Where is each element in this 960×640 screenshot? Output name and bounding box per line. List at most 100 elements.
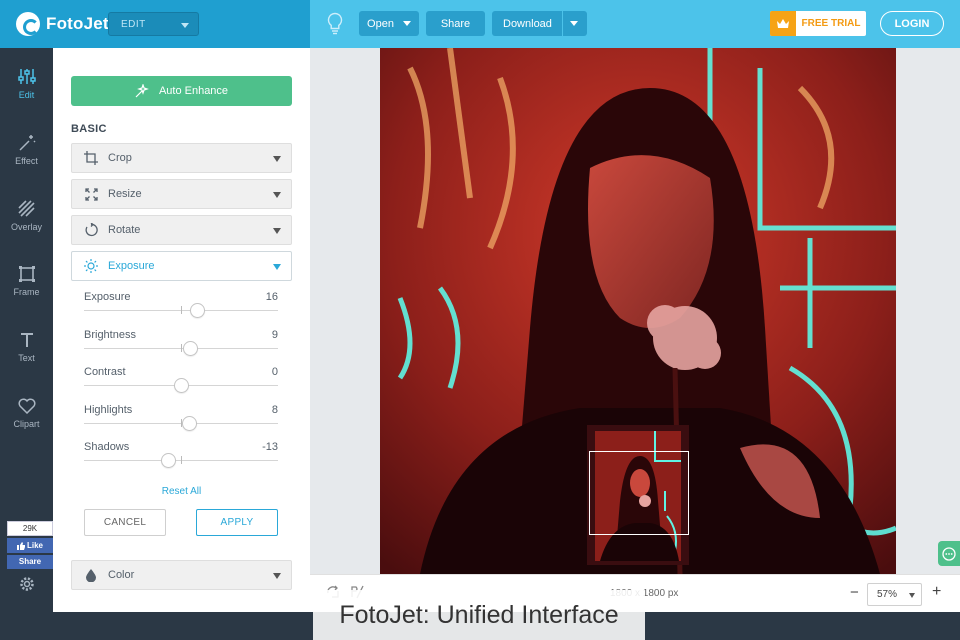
zoom-out-button[interactable]: − <box>850 584 859 601</box>
rail-label: Effect <box>15 156 38 166</box>
slider-center-tick <box>181 456 182 465</box>
rail-item-edit[interactable]: Edit <box>0 58 53 114</box>
fb-share-button[interactable]: Share <box>7 555 53 569</box>
facebook-widget: 29K Like Share <box>7 521 53 569</box>
chevron-down-icon <box>273 573 281 579</box>
slider-thumb[interactable] <box>182 340 198 356</box>
chat-button[interactable] <box>938 541 960 566</box>
chevron-down-icon[interactable] <box>570 21 578 26</box>
mode-select[interactable]: EDIT <box>108 12 199 36</box>
rail-label: Frame <box>13 287 40 297</box>
free-trial-button[interactable]: FREE TRIAL <box>770 11 866 36</box>
zoom-value: 57% <box>877 589 898 600</box>
fb-share-label: Share <box>18 557 42 566</box>
fb-like-count: 29K <box>7 521 53 536</box>
rail-label: Edit <box>18 90 35 100</box>
slider-value: -13 <box>262 441 278 454</box>
slider-thumb[interactable] <box>189 303 205 318</box>
sun-icon <box>84 259 98 273</box>
chevron-down-icon <box>909 593 915 598</box>
open-label: Open <box>367 17 394 30</box>
navigator-thumbnail[interactable] <box>587 425 689 565</box>
topbar-left: FotoJet EDIT <box>0 0 310 48</box>
slider-center-tick <box>181 306 182 314</box>
slider-thumb[interactable] <box>181 415 197 431</box>
sliders-icon <box>17 69 36 84</box>
apply-label: APPLY <box>220 517 254 528</box>
login-label: LOGIN <box>894 17 930 30</box>
chevron-down-icon <box>181 23 189 28</box>
slider-shadows[interactable]: Shadows -13 <box>84 441 278 479</box>
heart-icon <box>18 398 35 414</box>
accordion-color[interactable]: Color <box>71 560 292 590</box>
accordion-label: Exposure <box>108 260 155 272</box>
thumbs-up-icon <box>16 541 25 550</box>
slider-exposure[interactable]: Exposure 16 <box>84 291 278 329</box>
login-button[interactable]: LOGIN <box>880 11 944 36</box>
lightbulb-icon[interactable] <box>326 12 344 36</box>
fb-like-label: Like <box>26 541 43 550</box>
auto-enhance-label: Auto Enhance <box>158 85 229 97</box>
slider-value: 16 <box>265 291 278 303</box>
droplet-icon <box>84 568 98 582</box>
accordion-label: Color <box>108 569 135 581</box>
gear-icon[interactable] <box>18 575 36 593</box>
reset-all-link[interactable]: Reset All <box>71 486 292 497</box>
accordion-resize[interactable]: Resize <box>71 179 292 209</box>
download-label: Download <box>503 17 552 30</box>
accordion-exposure[interactable]: Exposure <box>71 251 292 281</box>
slider-label: Highlights <box>84 403 133 416</box>
section-title-basic: BASIC <box>71 123 107 135</box>
crop-icon <box>84 151 98 165</box>
accordion-label: Rotate <box>108 224 141 236</box>
slider-label: Brightness <box>84 328 136 341</box>
fb-like-button[interactable]: Like <box>7 538 53 553</box>
slider-contrast[interactable]: Contrast 0 <box>84 366 278 404</box>
chevron-down-icon <box>273 264 281 270</box>
accordion-rotate[interactable]: Rotate <box>71 215 292 245</box>
rail-item-text[interactable]: Text <box>0 322 53 378</box>
logo[interactable]: FotoJet <box>16 12 109 36</box>
slider-brightness[interactable]: Brightness 9 <box>84 329 278 367</box>
rail-item-overlay[interactable]: Overlay <box>0 190 53 246</box>
chevron-down-icon <box>402 21 411 26</box>
chevron-down-icon <box>273 192 281 198</box>
open-button[interactable]: Open <box>359 11 419 36</box>
sparkle-wand-icon <box>135 84 149 98</box>
auto-enhance-button[interactable]: Auto Enhance <box>71 76 292 106</box>
mode-select-value: EDIT <box>121 19 146 30</box>
rail-item-frame[interactable]: Frame <box>0 256 53 312</box>
zoom-select[interactable]: 57% <box>867 583 922 606</box>
navigator-viewport[interactable] <box>589 451 689 535</box>
slider-highlights[interactable]: Highlights 8 <box>84 404 278 442</box>
caption-overlay: FotoJet: Unified Interface <box>313 590 645 640</box>
rail-item-clipart[interactable]: Clipart <box>0 388 53 444</box>
slider-value: 0 <box>271 366 278 379</box>
accordion-label: Resize <box>108 188 142 200</box>
slider-label: Contrast <box>84 366 126 379</box>
chat-bubble-icon <box>942 546 956 561</box>
text-icon <box>20 333 33 347</box>
accordion-label: Crop <box>108 152 132 164</box>
slider-thumb[interactable] <box>174 378 189 394</box>
rail-label: Text <box>18 353 35 363</box>
rail-item-effect[interactable]: Effect <box>0 124 53 180</box>
share-label: Share <box>440 17 471 30</box>
share-button[interactable]: Share <box>426 11 485 36</box>
rotate-icon <box>84 223 98 237</box>
accordion-crop[interactable]: Crop <box>71 143 292 173</box>
app-name: FotoJet <box>46 14 109 33</box>
slider-label: Shadows <box>84 441 130 454</box>
free-trial-label: FREE TRIAL <box>801 18 861 29</box>
download-button[interactable]: Download <box>492 11 587 36</box>
overlay-stripes-icon <box>18 200 35 217</box>
cancel-label: CANCEL <box>103 517 147 528</box>
slider-thumb[interactable] <box>161 453 177 469</box>
frame-icon <box>18 266 35 282</box>
slider-value: 8 <box>271 403 278 416</box>
zoom-in-button[interactable]: + <box>932 583 941 601</box>
rail-label: Overlay <box>10 222 42 232</box>
cancel-button[interactable]: CANCEL <box>84 509 166 536</box>
rail-label: Clipart <box>13 419 40 429</box>
apply-button[interactable]: APPLY <box>196 509 278 536</box>
